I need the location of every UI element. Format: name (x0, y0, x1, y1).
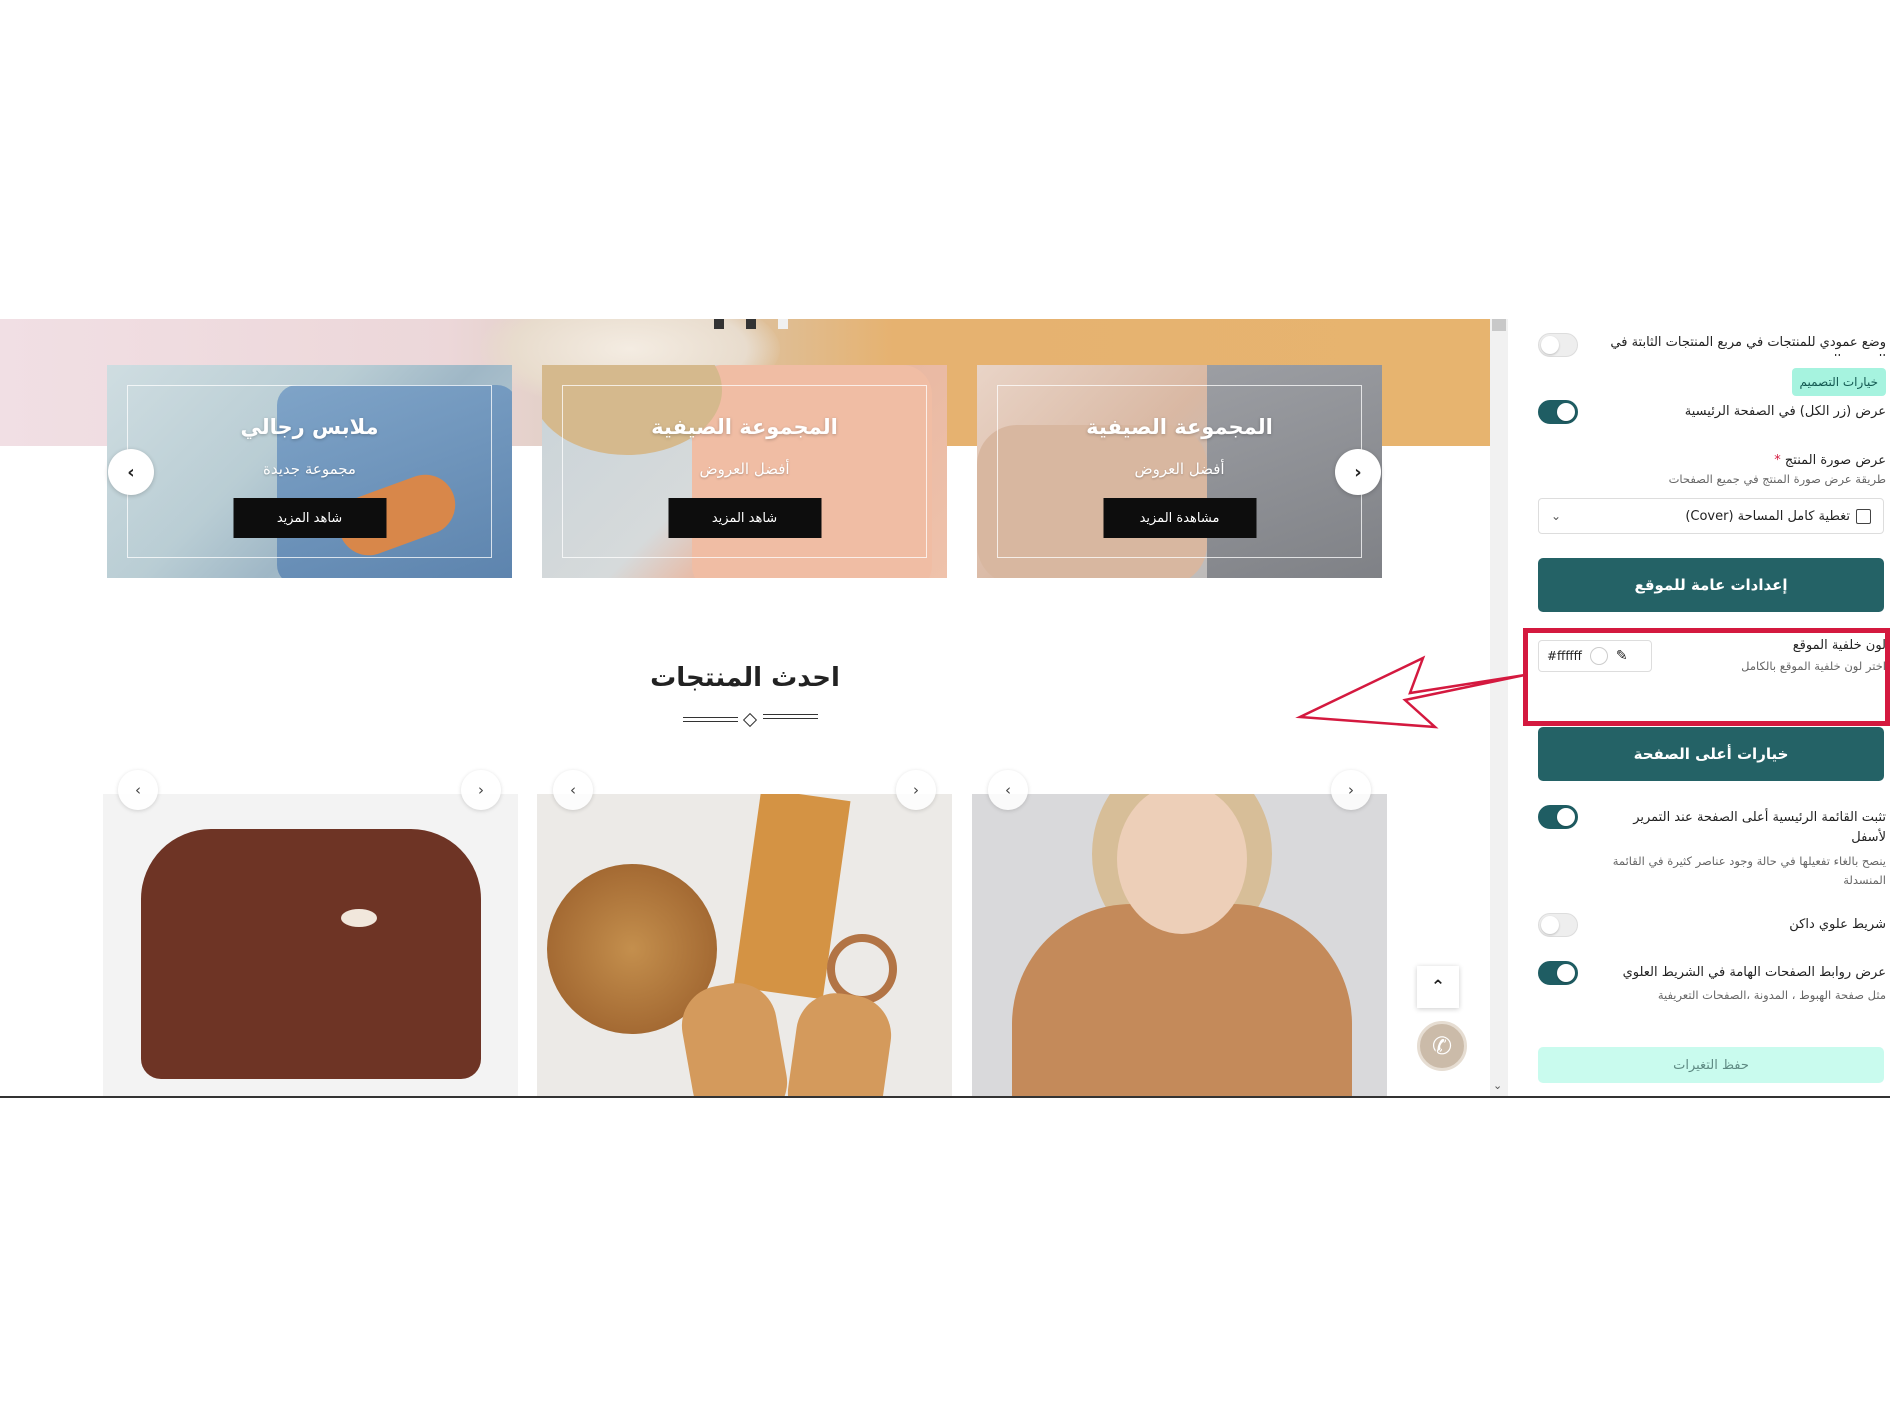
product-prev-arrow-icon[interactable]: ‹ (118, 770, 158, 810)
product-next-arrow-icon[interactable]: › (1331, 770, 1371, 810)
vertical-mode-toggle[interactable] (1538, 333, 1578, 357)
banner-men-clothes[interactable]: ملابس رجالي مجموعة جديدة شاهد المزيد (107, 365, 512, 578)
bottom-border (0, 1096, 1890, 1098)
slider-dot[interactable] (714, 319, 724, 329)
sticky-menu-toggle[interactable] (1538, 805, 1578, 829)
scroll-down-icon[interactable]: ⌄ (1493, 1079, 1502, 1092)
highlight-box (1523, 628, 1890, 726)
banner-more-button[interactable]: شاهد المزيد (233, 498, 386, 538)
product-prev-arrow-icon[interactable]: ‹ (553, 770, 593, 810)
dark-topbar-toggle[interactable] (1538, 913, 1578, 937)
banner-subtitle: أفضل العروض (699, 460, 790, 478)
product-image-value: تغطية كامل المساحة (Cover) (1685, 508, 1850, 524)
product-image-select[interactable]: تغطية كامل المساحة (Cover) ⌄ (1538, 498, 1884, 534)
image-icon (1856, 508, 1871, 524)
product-image-label: عرض صورة المنتج * (1774, 453, 1886, 468)
vertical-mode-label: وضع عمودي للمنتجات في مربع المنتجات الثا… (1610, 335, 1886, 356)
important-links-toggle[interactable] (1538, 961, 1578, 985)
banner-title: ملابس رجالي (240, 415, 379, 439)
banner-title: المجموعة الصيفية (651, 415, 838, 439)
banner-summer-collection-2[interactable]: المجموعة الصيفية أفضل العروض مشاهدة المز… (977, 365, 1382, 578)
important-links-label: عرض روابط الصفحات الهامة في الشريط العلو… (1622, 965, 1886, 980)
product-card-bag[interactable] (537, 794, 952, 1096)
product-image-label-text: عرض صورة المنتج (1784, 453, 1886, 468)
slider-dot[interactable] (778, 319, 788, 329)
show-all-button-label: عرض (زر الكل) في الصفحة الرئيسية (1684, 404, 1886, 419)
banner-more-button[interactable]: مشاهدة المزيد (1103, 498, 1256, 538)
section-title: احدث المنتجات (650, 663, 840, 693)
important-links-desc: مثل صفحة الهبوط ، المدونة ،الصفحات التعر… (1657, 988, 1886, 1002)
product-next-arrow-icon[interactable]: › (896, 770, 936, 810)
banner-subtitle: مجموعة جديدة (263, 460, 356, 478)
product-image-desc: طريقة عرض صورة المنتج في جميع الصفحات (1668, 472, 1886, 486)
show-all-button-toggle[interactable] (1538, 400, 1578, 424)
general-settings-button[interactable]: إعدادات عامة للموقع (1538, 558, 1884, 612)
banner-title: المجموعة الصيفية (1086, 415, 1273, 439)
product-card-hoodie[interactable] (103, 794, 518, 1096)
save-changes-button[interactable]: حفظ التغيرات (1538, 1047, 1884, 1083)
required-mark: * (1774, 453, 1781, 468)
scroll-to-top-icon[interactable]: ⌃ (1417, 966, 1459, 1008)
product-prev-arrow-icon[interactable]: ‹ (988, 770, 1028, 810)
header-options-button[interactable]: خيارات أعلى الصفحة (1538, 727, 1884, 781)
slider-dots (714, 319, 788, 329)
section-divider (683, 712, 818, 728)
preview-scrollbar[interactable]: ⌄ (1490, 319, 1508, 1096)
dark-topbar-label: شريط علوي داكن (1789, 917, 1886, 932)
screen: ملابس رجالي مجموعة جديدة شاهد المزيد الم… (0, 0, 1890, 1417)
banner-more-button[interactable]: شاهد المزيد (668, 498, 821, 538)
whatsapp-icon[interactable]: ✆ (1417, 1021, 1467, 1071)
banner-prev-arrow-icon[interactable]: ‹ (108, 449, 154, 495)
chevron-down-icon: ⌄ (1551, 509, 1562, 523)
banner-next-arrow-icon[interactable]: › (1335, 449, 1381, 495)
sticky-menu-desc: ينصح بالغاء تفعيلها في حالة وجود عناصر ك… (1612, 854, 1886, 887)
slider-dot[interactable] (746, 319, 756, 329)
banner-summer-collection[interactable]: المجموعة الصيفية أفضل العروض شاهد المزيد (542, 365, 947, 578)
product-next-arrow-icon[interactable]: › (461, 770, 501, 810)
banner-subtitle: أفضل العروض (1134, 460, 1225, 478)
sticky-menu-label: تثبت القائمة الرئيسية أعلى الصفحة عند ال… (1633, 810, 1886, 845)
store-preview: ملابس رجالي مجموعة جديدة شاهد المزيد الم… (0, 319, 1490, 1096)
product-card-sweater[interactable] (972, 794, 1387, 1096)
design-options-chip[interactable]: خيارات التصميم (1791, 368, 1886, 396)
